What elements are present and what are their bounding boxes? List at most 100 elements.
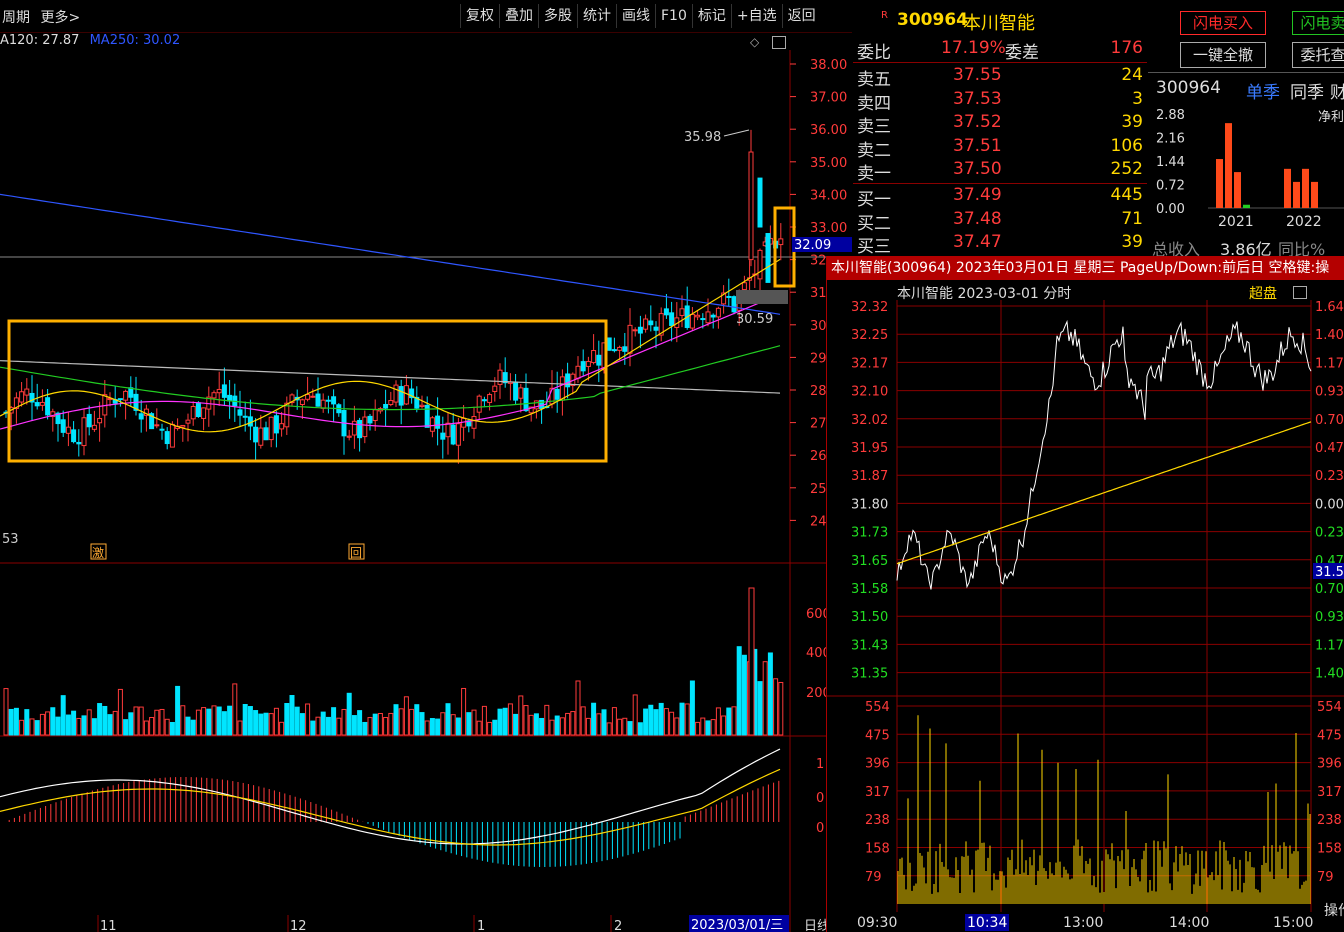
volume-bar xyxy=(435,718,441,736)
asks-row[interactable]: 卖三 37.52 39 xyxy=(857,112,1143,137)
toolbar-button-0[interactable]: 复权 xyxy=(460,4,499,28)
ma120-label: A120: 27.87 xyxy=(0,33,80,48)
candle-up xyxy=(757,249,763,280)
intraday-price-tick: 31.73 xyxy=(851,526,888,541)
intraday-vol-tick: 475 xyxy=(865,728,890,743)
volume-bar xyxy=(3,688,9,736)
kline-chart[interactable]: 600400200 1 0 0 38.00 37.00 36.00 35.00 34.00 3… xyxy=(0,50,852,932)
volume-bar xyxy=(445,703,451,736)
asks-price: 37.50 xyxy=(953,159,1002,179)
entrust-query-button[interactable]: 委托查 xyxy=(1292,42,1344,68)
price-tick: 34.00 xyxy=(810,188,847,203)
cancel-all-button[interactable]: 一键全撤 xyxy=(1180,42,1266,68)
intraday-pct-tick: 0.23 xyxy=(1315,526,1344,541)
candle-down xyxy=(237,409,243,416)
period-menu[interactable]: 周期 xyxy=(2,10,30,26)
candle-down xyxy=(596,354,602,366)
intraday-pct-tick: 0.00 xyxy=(1315,497,1344,512)
candle-down xyxy=(76,441,82,445)
candle-down xyxy=(606,337,612,351)
asks-row[interactable]: 卖四 37.53 3 xyxy=(857,89,1143,114)
candle-up xyxy=(497,369,503,385)
candle-up xyxy=(39,401,45,406)
intraday-price-tick: 32.32 xyxy=(851,300,888,315)
tag-hui[interactable]: 回 xyxy=(350,546,362,560)
volume-bar xyxy=(679,702,685,736)
toolbar-button-4[interactable]: 画线 xyxy=(616,4,655,28)
volume-bar xyxy=(117,688,123,736)
volume-bar xyxy=(518,695,524,736)
intraday-vol-tick: 238 xyxy=(1317,813,1342,828)
toolbar-button-1[interactable]: 叠加 xyxy=(499,4,538,28)
bids-row[interactable]: 买三 37.47 39 xyxy=(857,232,1143,257)
operation-label[interactable]: 操作 xyxy=(1324,903,1344,919)
candle-down xyxy=(128,387,134,398)
more-menu[interactable]: 更多> xyxy=(40,10,80,26)
asks-row[interactable]: 卖五 37.55 24 xyxy=(857,65,1143,90)
candle-down xyxy=(554,388,560,400)
toolbar-button-8[interactable]: 返回 xyxy=(781,4,821,28)
candle-up xyxy=(585,361,591,367)
bids-row[interactable]: 买二 37.48 71 xyxy=(857,209,1143,234)
asks-label: 卖四 xyxy=(857,93,891,114)
candle-down xyxy=(765,233,771,283)
candle-up xyxy=(258,427,264,446)
asks-vol: 252 xyxy=(1110,159,1143,179)
volume-bar xyxy=(403,696,409,736)
toolbar-button-6[interactable]: 标记 xyxy=(691,4,731,28)
profit-y-tick: 2.16 xyxy=(1156,132,1185,147)
candle-up xyxy=(715,307,721,318)
candle-up xyxy=(268,416,274,441)
profit-bar-2022 xyxy=(1284,168,1291,208)
candle-down xyxy=(611,349,617,352)
volume-bar xyxy=(419,712,425,736)
intraday-vol-tick: 396 xyxy=(1317,757,1342,772)
volume-bar xyxy=(97,703,103,736)
candle-up xyxy=(19,391,25,403)
asks-row[interactable]: 卖一 37.50 252 xyxy=(857,159,1143,184)
candle-down xyxy=(700,318,706,321)
price-tick: 31 xyxy=(810,286,827,301)
toolbar-button-5[interactable]: F10 xyxy=(655,4,692,28)
candle-down xyxy=(263,427,269,441)
volume-bar xyxy=(13,707,19,736)
flash-sell-button[interactable]: 闪电卖 xyxy=(1292,11,1344,35)
volume-bar xyxy=(773,678,779,736)
volume-bar xyxy=(299,713,305,736)
volume-bar xyxy=(65,714,71,736)
popup-title[interactable]: 本川智能(300964) 2023年03月01日 星期三 PageUp/Down… xyxy=(827,256,1344,280)
volume-bar xyxy=(700,717,706,736)
volume-bar xyxy=(237,720,243,736)
volume-bar xyxy=(242,704,248,736)
volume-bar xyxy=(91,718,97,736)
volume-bar xyxy=(622,717,628,736)
candle-up xyxy=(393,384,399,403)
volume-bar xyxy=(169,722,175,736)
toolbar-button-3[interactable]: 统计 xyxy=(577,4,616,28)
volume-bar xyxy=(726,707,732,736)
flash-buy-button[interactable]: 闪电买入 xyxy=(1180,11,1266,35)
volume-bar xyxy=(611,707,617,736)
candle-up xyxy=(627,324,633,354)
volume-bar xyxy=(398,708,404,736)
asks-row[interactable]: 卖二 37.51 106 xyxy=(857,136,1143,161)
bids-row[interactable]: 买一 37.49 445 xyxy=(857,185,1143,210)
month-label-1: 1 xyxy=(477,919,485,932)
popup-window-icon[interactable] xyxy=(1293,286,1307,299)
intraday-pct-tick: 0.93 xyxy=(1315,610,1344,625)
volume-bar xyxy=(86,709,92,736)
volume-bar xyxy=(138,706,144,736)
intraday-popup[interactable]: 本川智能(300964) 2023年03月01日 星期三 PageUp/Down… xyxy=(826,256,1344,932)
profit-y-tick: 2.88 xyxy=(1156,108,1185,123)
tag-ji[interactable]: 激 xyxy=(92,546,104,560)
asks-label: 卖三 xyxy=(857,117,891,137)
toolbar-button-7[interactable]: +自选 xyxy=(730,4,782,28)
diamond-icon[interactable]: ◇ xyxy=(750,35,759,49)
volume-bar xyxy=(748,587,755,736)
candle-down xyxy=(565,373,571,388)
toolbar-button-2[interactable]: 多股 xyxy=(538,4,577,28)
intraday-price-tick: 31.35 xyxy=(851,667,888,682)
intraday-chart[interactable]: 32.32 1.64 32.25 1.40 32.17 1.17 32.10 0.93 32.0… xyxy=(827,300,1344,932)
volume-bar xyxy=(502,707,508,736)
window-icon[interactable] xyxy=(772,36,786,49)
